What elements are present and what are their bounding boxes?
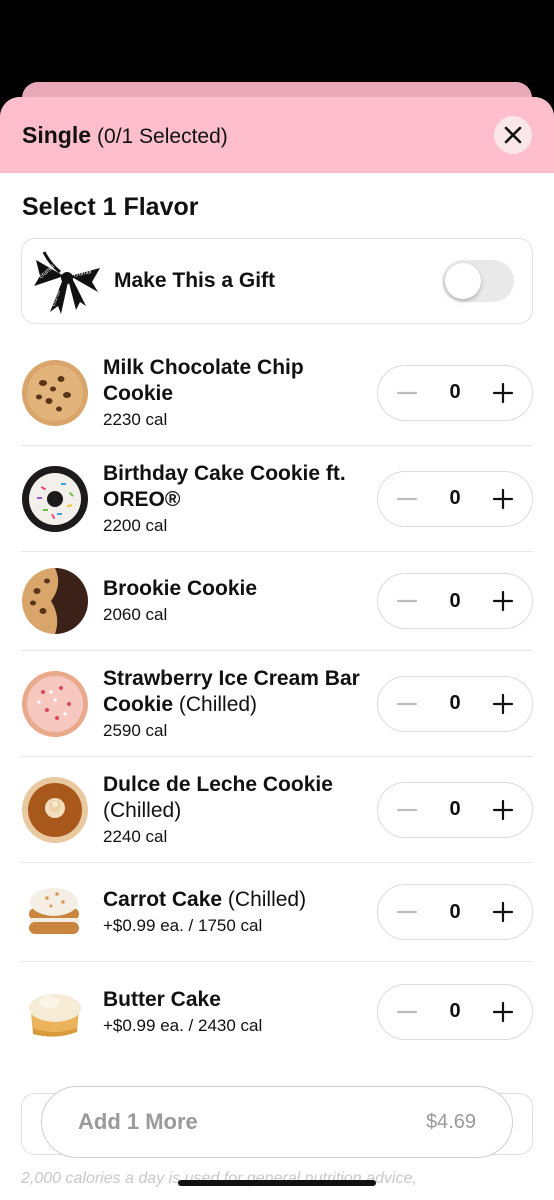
item-calories: 2200 cal (103, 515, 168, 535)
milk-chocolate-chip-cookie-image (22, 359, 88, 426)
sheet-title-strong: Single (22, 121, 92, 148)
increment-button[interactable] (488, 897, 518, 927)
plus-icon (492, 590, 514, 612)
sheet-header: Single (0/1 Selected) (0, 97, 554, 173)
item-calories: 2590 cal (103, 720, 168, 740)
gift-card: crumbl crumbl crumbl Make This a Gift (21, 238, 533, 324)
brookie-cookie-image (22, 568, 88, 634)
decrement-button[interactable] (392, 997, 422, 1027)
item-name: Milk Chocolate Chip Cookie (103, 355, 304, 405)
minus-icon (396, 497, 418, 500)
item-name-suffix: (Chilled) (227, 888, 307, 911)
list-item: Butter Cake +$0.99 ea. / 2430 cal 0 (21, 962, 533, 1061)
increment-button[interactable] (488, 689, 518, 719)
plus-icon (492, 799, 514, 820)
quantity-value: 0 (449, 1000, 461, 1022)
increment-button[interactable] (488, 378, 518, 408)
butter-cake-image (29, 993, 81, 1037)
item-name: Strawberry Ice Cream Bar Cookie (Chilled… (103, 666, 360, 716)
quantity-stepper: 0 (377, 573, 533, 629)
item-name: Butter Cake (103, 987, 221, 1011)
minus-icon (396, 599, 418, 603)
flavor-list: Milk Chocolate Chip Cookie 2230 cal 0 Bi… (0, 340, 554, 1061)
gift-ribbon-icon: crumbl crumbl crumbl (22, 238, 112, 324)
add-to-order-button[interactable]: Add 1 More $4.69 (41, 1086, 513, 1158)
sheet-title-count: (0/1 Selected) (97, 124, 228, 148)
item-name-suffix: (Chilled) (103, 798, 182, 822)
sheet-title: Single (0/1 Selected) (22, 122, 228, 149)
increment-button[interactable] (488, 586, 518, 616)
item-price-calories: +$0.99 ea. / 2430 cal (103, 1015, 263, 1035)
list-item: Milk Chocolate Chip Cookie 2230 cal 0 (21, 340, 533, 446)
decrement-button[interactable] (392, 484, 422, 514)
item-name: Carrot Cake (Chilled) (103, 888, 307, 911)
home-indicator (178, 1180, 376, 1186)
birthday-cake-cookie-image (22, 465, 88, 532)
gift-label: Make This a Gift (114, 269, 276, 292)
quantity-stepper: 0 (377, 781, 533, 838)
increment-button[interactable] (488, 795, 518, 825)
plus-icon (492, 382, 514, 403)
plus-icon (492, 1001, 514, 1022)
strawberry-ice-cream-bar-cookie-image (22, 670, 88, 737)
plus-icon (492, 901, 514, 923)
decrement-button[interactable] (392, 586, 422, 616)
list-item: Brookie Cookie 2060 cal 0 (21, 552, 533, 651)
decrement-button[interactable] (392, 689, 422, 719)
quantity-value: 0 (449, 798, 461, 820)
plus-icon (492, 693, 514, 714)
toggle-knob (445, 263, 481, 299)
decrement-button[interactable] (392, 378, 422, 408)
close-button[interactable] (494, 116, 532, 154)
item-calories: 2230 cal (103, 409, 168, 429)
quantity-stepper: 0 (377, 675, 533, 732)
item-name: Birthday Cake Cookie ft. OREO® (103, 461, 346, 511)
item-name-suffix: (Chilled) (178, 692, 258, 716)
list-item: Strawberry Ice Cream Bar Cookie (Chilled… (21, 651, 533, 757)
minus-icon (396, 1010, 418, 1013)
close-icon (504, 126, 522, 144)
minus-icon (396, 910, 418, 914)
section-title: Select 1 Flavor (22, 193, 199, 221)
minus-icon (396, 391, 418, 394)
decrement-button[interactable] (392, 795, 422, 825)
list-item: Carrot Cake (Chilled) +$0.99 ea. / 1750 … (21, 863, 533, 962)
quantity-value: 0 (449, 487, 461, 509)
item-calories: 2060 cal (103, 605, 168, 624)
item-price-calories: +$0.99 ea. / 1750 cal (103, 916, 263, 935)
quantity-value: 0 (449, 900, 461, 923)
dulce-de-leche-cookie-image (22, 776, 88, 843)
quantity-stepper: 0 (377, 470, 533, 527)
quantity-value: 0 (449, 381, 461, 403)
plus-icon (492, 488, 514, 509)
quantity-stepper: 0 (377, 983, 533, 1040)
decrement-button[interactable] (392, 897, 422, 927)
increment-button[interactable] (488, 997, 518, 1027)
add-button-price: $4.69 (425, 1110, 476, 1133)
bottom-sheet: Single (0/1 Selected) Select 1 Flavor cru… (0, 97, 554, 1200)
quantity-stepper: 0 (377, 884, 533, 940)
increment-button[interactable] (488, 484, 518, 514)
item-calories: 2240 cal (103, 826, 168, 846)
gift-toggle[interactable] (442, 260, 514, 302)
quantity-stepper: 0 (377, 364, 533, 421)
add-button-label: Add 1 More (78, 1109, 198, 1134)
list-item: Birthday Cake Cookie ft. OREO® 2200 cal … (21, 446, 533, 552)
item-name: Brookie Cookie (103, 577, 258, 600)
minus-icon (396, 808, 418, 811)
quantity-value: 0 (449, 692, 461, 714)
list-item: Dulce de Leche Cookie (Chilled) 2240 cal… (21, 757, 533, 863)
minus-icon (396, 702, 418, 705)
quantity-value: 0 (449, 589, 461, 612)
item-name: Dulce de Leche Cookie (Chilled) (103, 772, 333, 822)
carrot-cake-image (29, 888, 79, 934)
